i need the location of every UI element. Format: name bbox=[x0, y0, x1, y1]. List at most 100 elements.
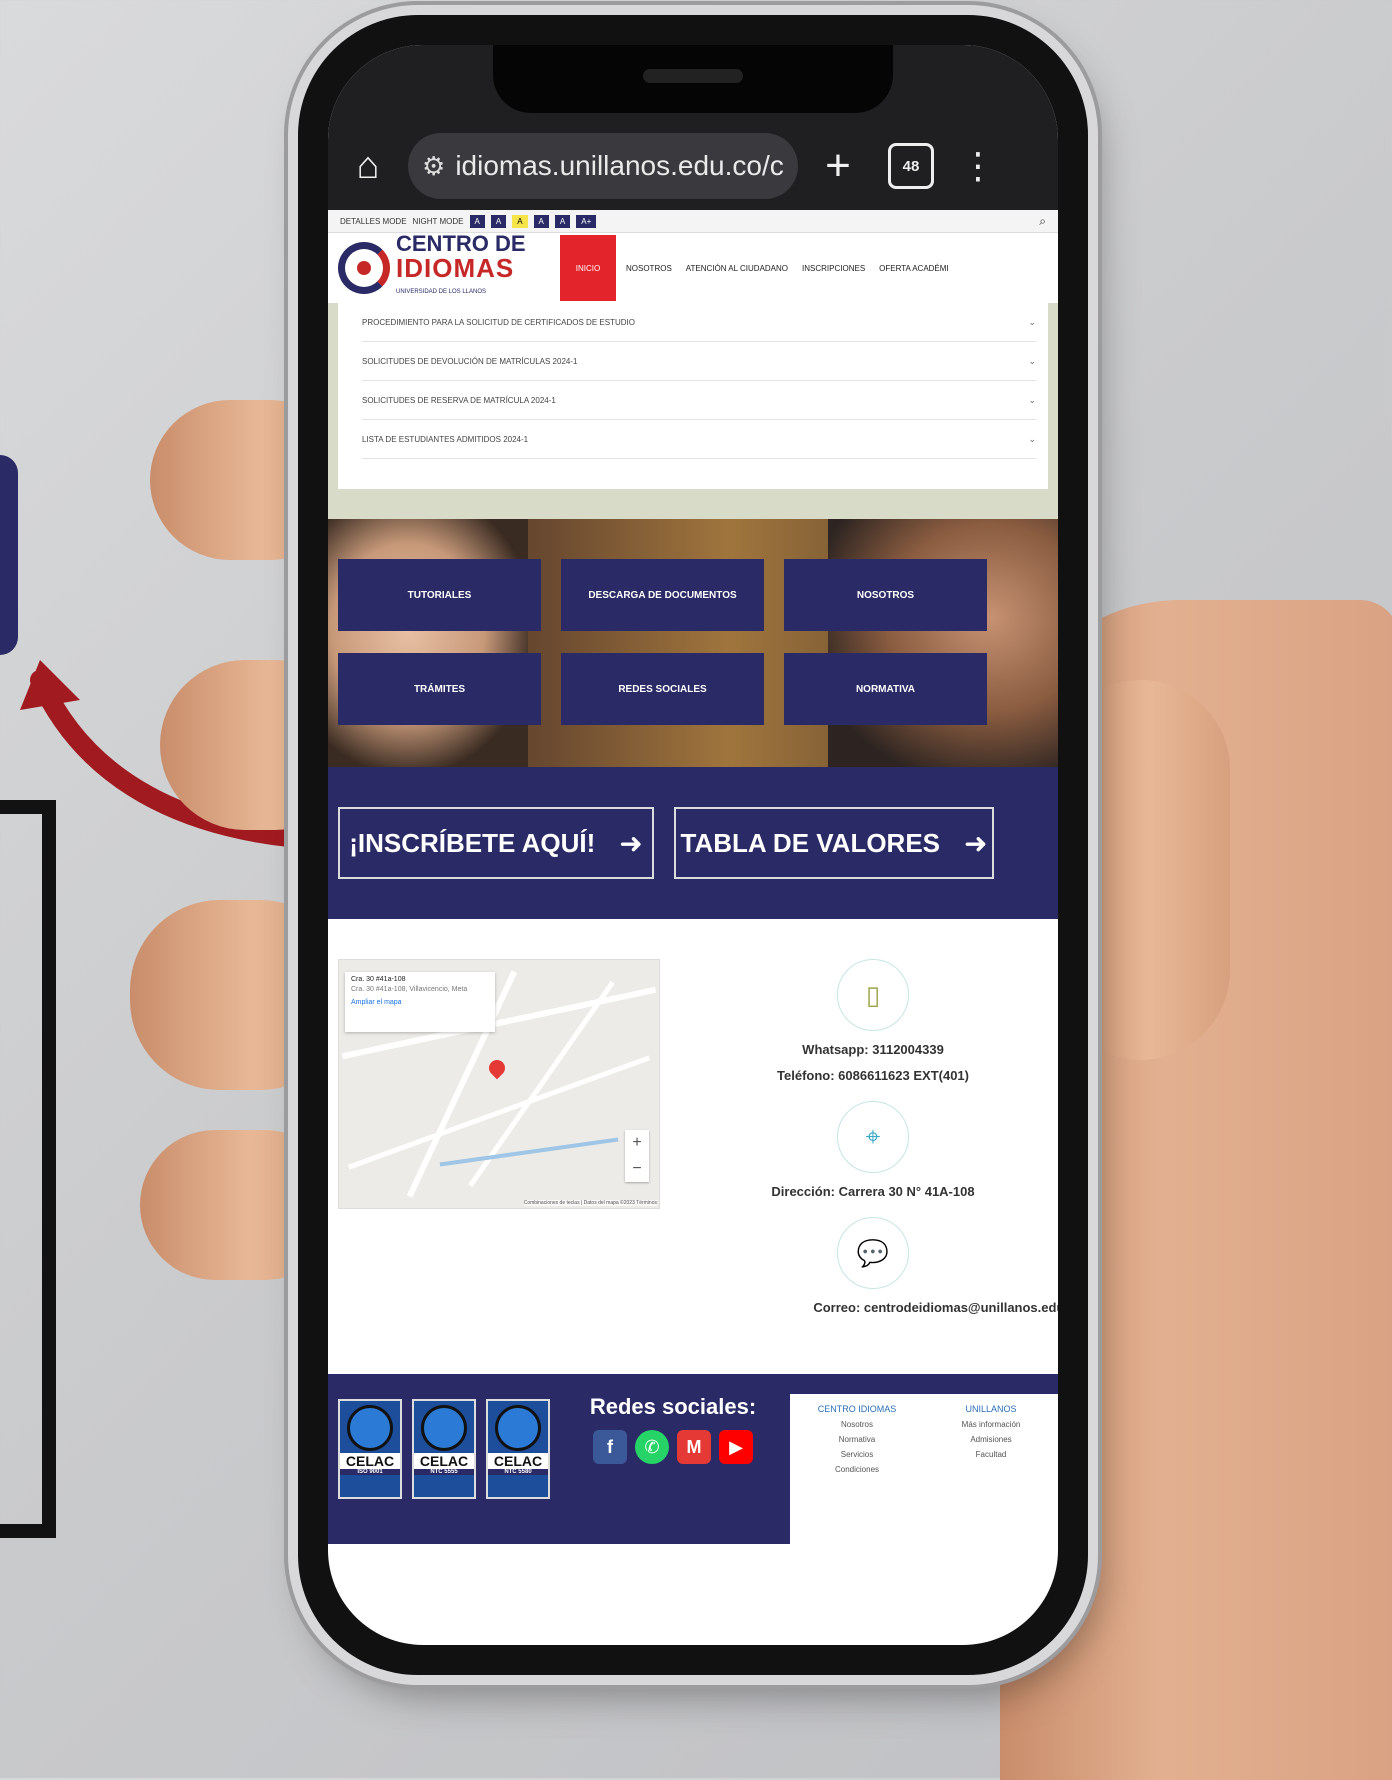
new-tab-button[interactable]: + bbox=[798, 141, 878, 191]
badge-code: NTC 5555 bbox=[414, 1469, 474, 1475]
map-enlarge-link[interactable]: Ampliar el mapa bbox=[351, 999, 489, 1006]
contact-info: ▯ Whatsapp: 3112004339 Teléfono: 6086611… bbox=[688, 959, 1058, 1321]
footer-col-unillanos: UNILLANOS Más información Admisiones Fac… bbox=[924, 1394, 1058, 1544]
badge-label: CELAC bbox=[488, 1453, 548, 1469]
chat-bubble-icon: 💬 bbox=[837, 1217, 909, 1289]
footer-col-title: CENTRO IDIOMAS bbox=[817, 1404, 897, 1414]
tabla-valores-button[interactable]: TABLA DE VALORES ➜ bbox=[674, 807, 994, 879]
nav-oferta[interactable]: OFERTA ACADÉMI bbox=[879, 264, 949, 273]
tab-switcher-button[interactable]: 48 bbox=[888, 143, 934, 189]
home-icon[interactable]: ⌂ bbox=[328, 145, 408, 188]
tile-descarga-documentos[interactable]: DESCARGA DE DOCUMENTOS bbox=[561, 559, 764, 631]
whatsapp-icon[interactable]: ✆ bbox=[635, 1430, 669, 1464]
site-footer: CELAC ISO 9001 CELAC NTC 5555 CELAC NTC … bbox=[328, 1374, 1058, 1544]
badge-label: CELAC bbox=[340, 1453, 400, 1469]
main-nav: NOSOTROS ATENCIÓN AL CIUDADANO INSCRIPCI… bbox=[626, 264, 949, 273]
accordion-item[interactable]: SOLICITUDES DE DEVOLUCIÓN DE MATRÍCULAS … bbox=[362, 342, 1036, 381]
gmail-icon[interactable]: M bbox=[677, 1430, 711, 1464]
browser-chrome: ⌂ ⚙ idiomas.unillanos.edu.co/c + 48 ⋮ bbox=[328, 45, 1058, 210]
site-logo[interactable]: CENTRO DE IDIOMAS UNIVERSIDAD DE LOS LLA… bbox=[338, 232, 538, 304]
accordion-section: PROCEDIMIENTO PARA LA SOLICITUD DE CERTI… bbox=[328, 303, 1058, 519]
contrast-button[interactable]: A bbox=[469, 214, 485, 228]
phone-notch bbox=[493, 45, 893, 113]
tile-tramites[interactable]: TRÁMITES bbox=[338, 653, 541, 725]
globe-icon bbox=[495, 1405, 541, 1451]
nav-inscripciones[interactable]: INSCRIPCIONES bbox=[802, 264, 865, 273]
globe-icon bbox=[347, 1405, 393, 1451]
map-pin-icon bbox=[485, 1056, 509, 1080]
more-menu-icon[interactable]: ⋮ bbox=[948, 145, 1008, 187]
social-section: Redes sociales: f ✆ M ▶ bbox=[578, 1394, 768, 1464]
map-river bbox=[439, 1137, 619, 1167]
youtube-icon[interactable]: ▶ bbox=[719, 1430, 753, 1464]
direccion-text: Dirección: Carrera 30 N° 41A-108 bbox=[771, 1184, 975, 1199]
footer-col-centro: CENTRO IDIOMAS Nosotros Normativa Servic… bbox=[790, 1394, 924, 1544]
inscribete-label: ¡INSCRÍBETE AQUÍ! bbox=[349, 827, 596, 858]
footer-link[interactable]: Servicios bbox=[790, 1450, 924, 1459]
map-attribution: Combinaciones de teclas | Datos del mapa… bbox=[523, 1200, 657, 1206]
address-bar[interactable]: ⚙ idiomas.unillanos.edu.co/c bbox=[408, 133, 798, 199]
phone-frame: ⌂ ⚙ idiomas.unillanos.edu.co/c + 48 ⋮ DE… bbox=[298, 15, 1088, 1675]
arrow-right-icon: ➜ bbox=[964, 827, 988, 859]
embedded-map[interactable]: Cra. 30 #41a-108 Cra. 30 #41a-108, Villa… bbox=[338, 959, 660, 1209]
chevron-down-icon: ⌄ bbox=[1028, 316, 1036, 327]
certification-badge: CELAC NTC 5555 bbox=[412, 1399, 476, 1499]
tile-tutoriales[interactable]: TUTORIALES bbox=[338, 559, 541, 631]
accordion-item-label: PROCEDIMIENTO PARA LA SOLICITUD DE CERTI… bbox=[362, 317, 635, 327]
accordion-item-label: LISTA DE ESTUDIANTES ADMITIDOS 2024-1 bbox=[362, 434, 529, 444]
chevron-down-icon: ⌄ bbox=[1028, 433, 1036, 444]
nav-inicio[interactable]: INICIO bbox=[560, 235, 616, 301]
map-info-card: Cra. 30 #41a-108 Cra. 30 #41a-108, Villa… bbox=[345, 972, 495, 1032]
decorative-tab bbox=[0, 455, 18, 655]
logo-line2: IDIOMAS bbox=[396, 253, 515, 283]
contrast-button[interactable]: A bbox=[490, 214, 507, 228]
footer-link[interactable]: Admisiones bbox=[924, 1435, 1058, 1444]
telefono-text: Teléfono: 6086611623 EXT(401) bbox=[777, 1068, 969, 1083]
badge-code: NTC 5580 bbox=[488, 1469, 548, 1475]
cta-band: ¡INSCRÍBETE AQUÍ! ➜ TABLA DE VALORES ➜ bbox=[328, 767, 1058, 919]
map-place-name: Cra. 30 #41a-108 bbox=[351, 976, 406, 983]
logo-mark-icon bbox=[338, 242, 390, 294]
map-location-icon: ⌖ bbox=[837, 1101, 909, 1173]
site-header: CENTRO DE IDIOMAS UNIVERSIDAD DE LOS LLA… bbox=[328, 232, 1058, 304]
font-size-button[interactable]: A+ bbox=[576, 214, 597, 228]
accordion-item[interactable]: LISTA DE ESTUDIANTES ADMITIDOS 2024-1 ⌄ bbox=[362, 420, 1036, 459]
badge-code: ISO 9001 bbox=[340, 1469, 400, 1475]
detail-mode-toggle[interactable]: DETALLES MODE bbox=[340, 217, 407, 226]
url-text: idiomas.unillanos.edu.co/c bbox=[455, 150, 784, 181]
facebook-icon[interactable]: f bbox=[593, 1430, 627, 1464]
accordion-item[interactable]: SOLICITUDES DE RESERVA DE MATRÍCULA 2024… bbox=[362, 381, 1036, 420]
social-icons: f ✆ M ▶ bbox=[578, 1430, 768, 1464]
nav-atencion[interactable]: ATENCIÓN AL CIUDADANO bbox=[686, 264, 788, 273]
map-place-address: Cra. 30 #41a-108, Villavicencio, Meta bbox=[351, 986, 468, 993]
contrast-button[interactable]: A bbox=[512, 214, 528, 228]
footer-link[interactable]: Normativa bbox=[790, 1435, 924, 1444]
accordion-item-label: SOLICITUDES DE RESERVA DE MATRÍCULA 2024… bbox=[362, 395, 556, 405]
footer-link[interactable]: Más información bbox=[924, 1420, 1058, 1429]
globe-icon bbox=[421, 1405, 467, 1451]
tile-nosotros[interactable]: NOSOTROS bbox=[784, 559, 987, 631]
font-size-button[interactable]: A bbox=[533, 214, 549, 228]
accordion-item-label: SOLICITUDES DE DEVOLUCIÓN DE MATRÍCULAS … bbox=[362, 356, 578, 366]
footer-link[interactable]: Condiciones bbox=[790, 1465, 924, 1474]
search-icon[interactable]: ⌕ bbox=[1039, 214, 1046, 229]
font-size-button[interactable]: A bbox=[554, 214, 571, 228]
night-mode-toggle[interactable]: NIGHT MODE bbox=[413, 217, 464, 226]
phone-icon: ▯ bbox=[837, 959, 909, 1031]
logo-line3: UNIVERSIDAD DE LOS LLANOS bbox=[396, 289, 487, 295]
logo-text: CENTRO DE IDIOMAS UNIVERSIDAD DE LOS LLA… bbox=[396, 232, 526, 304]
footer-link[interactable]: Nosotros bbox=[790, 1420, 924, 1429]
accordion-item[interactable]: PROCEDIMIENTO PARA LA SOLICITUD DE CERTI… bbox=[362, 303, 1036, 342]
certification-badge: CELAC ISO 9001 bbox=[338, 1399, 402, 1499]
quick-links-grid: TUTORIALES DESCARGA DE DOCUMENTOS NOSOTR… bbox=[338, 559, 1058, 725]
nav-nosotros[interactable]: NOSOTROS bbox=[626, 264, 672, 273]
inscribete-button[interactable]: ¡INSCRÍBETE AQUÍ! ➜ bbox=[338, 807, 654, 879]
map-zoom-control[interactable]: + − bbox=[625, 1130, 649, 1182]
tile-redes-sociales[interactable]: REDES SOCIALES bbox=[561, 653, 764, 725]
redes-title: Redes sociales: bbox=[589, 1394, 757, 1419]
tile-normativa[interactable]: NORMATIVA bbox=[784, 653, 987, 725]
footer-col-title: UNILLANOS bbox=[965, 1404, 1017, 1414]
tabla-valores-label: TABLA DE VALORES bbox=[680, 827, 941, 858]
site-settings-icon[interactable]: ⚙ bbox=[422, 151, 445, 182]
footer-link[interactable]: Facultad bbox=[924, 1450, 1058, 1459]
